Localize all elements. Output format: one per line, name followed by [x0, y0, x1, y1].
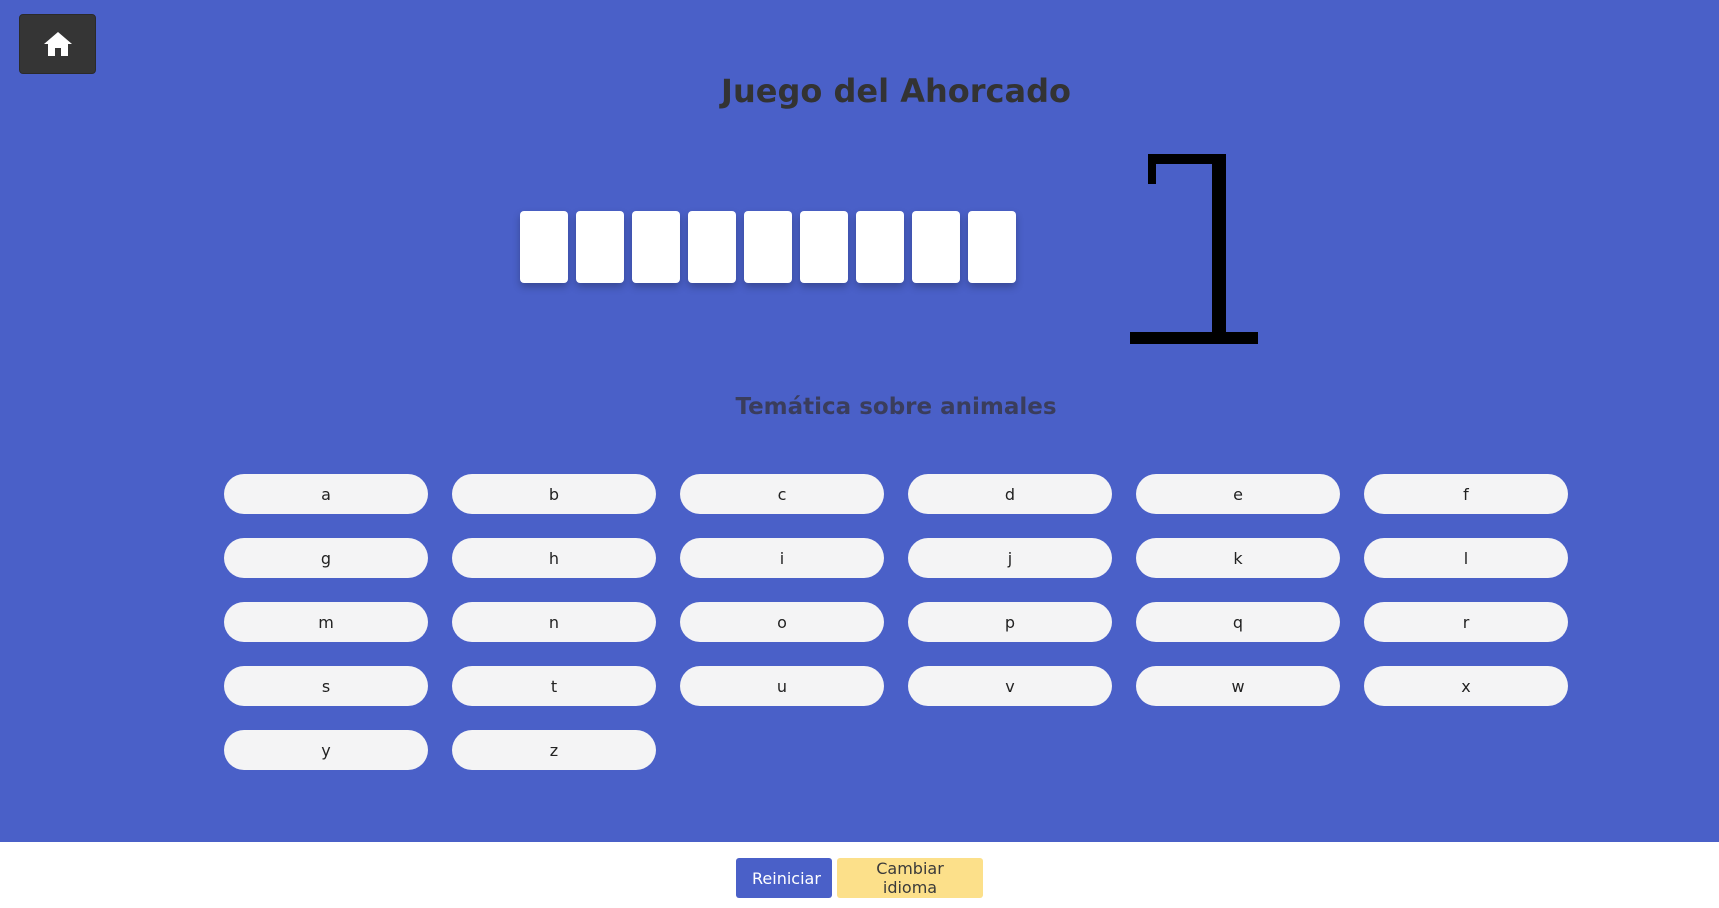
- letter-slot: [856, 211, 904, 283]
- page-title: Juego del Ahorcado: [721, 72, 1071, 110]
- home-button[interactable]: [19, 14, 96, 74]
- letter-key-e[interactable]: e: [1136, 474, 1340, 514]
- letter-key-x[interactable]: x: [1364, 666, 1568, 706]
- letter-key-v[interactable]: v: [908, 666, 1112, 706]
- letter-key-w[interactable]: w: [1136, 666, 1340, 706]
- letter-slot: [912, 211, 960, 283]
- gallows-beam: [1148, 154, 1226, 164]
- gallows-rope: [1148, 154, 1156, 184]
- letter-key-g[interactable]: g: [224, 538, 428, 578]
- home-icon: [43, 30, 73, 58]
- letter-key-u[interactable]: u: [680, 666, 884, 706]
- letter-keyboard: abcdef ghijkl mnopqr stuvwx yz: [224, 474, 1568, 770]
- letter-key-s[interactable]: s: [224, 666, 428, 706]
- letter-key-d[interactable]: d: [908, 474, 1112, 514]
- game-stage: Juego del Ahorcado Temática sobre animal…: [0, 0, 1719, 842]
- gallows-pole: [1212, 154, 1226, 334]
- restart-button[interactable]: Reiniciar: [736, 858, 832, 898]
- letter-key-n[interactable]: n: [452, 602, 656, 642]
- letter-key-l[interactable]: l: [1364, 538, 1568, 578]
- letter-key-k[interactable]: k: [1136, 538, 1340, 578]
- footer-bar: Reiniciar Cambiar idioma: [0, 842, 1719, 908]
- gallows-base: [1130, 332, 1258, 344]
- letter-key-f[interactable]: f: [1364, 474, 1568, 514]
- letter-key-z[interactable]: z: [452, 730, 656, 770]
- letter-key-q[interactable]: q: [1136, 602, 1340, 642]
- letter-key-b[interactable]: b: [452, 474, 656, 514]
- letter-key-p[interactable]: p: [908, 602, 1112, 642]
- letter-key-h[interactable]: h: [452, 538, 656, 578]
- letter-key-o[interactable]: o: [680, 602, 884, 642]
- letter-key-m[interactable]: m: [224, 602, 428, 642]
- gallows-drawing: [1130, 150, 1270, 350]
- word-slots: [520, 211, 1016, 283]
- letter-key-t[interactable]: t: [452, 666, 656, 706]
- letter-key-a[interactable]: a: [224, 474, 428, 514]
- letter-key-r[interactable]: r: [1364, 602, 1568, 642]
- letter-slot: [800, 211, 848, 283]
- letter-slot: [576, 211, 624, 283]
- letter-key-c[interactable]: c: [680, 474, 884, 514]
- letter-slot: [744, 211, 792, 283]
- change-language-button[interactable]: Cambiar idioma: [837, 858, 983, 898]
- letter-key-j[interactable]: j: [908, 538, 1112, 578]
- theme-label: Temática sobre animales: [735, 394, 1057, 420]
- letter-slot: [632, 211, 680, 283]
- letter-key-y[interactable]: y: [224, 730, 428, 770]
- letter-slot: [520, 211, 568, 283]
- letter-key-i[interactable]: i: [680, 538, 884, 578]
- letter-slot: [968, 211, 1016, 283]
- letter-slot: [688, 211, 736, 283]
